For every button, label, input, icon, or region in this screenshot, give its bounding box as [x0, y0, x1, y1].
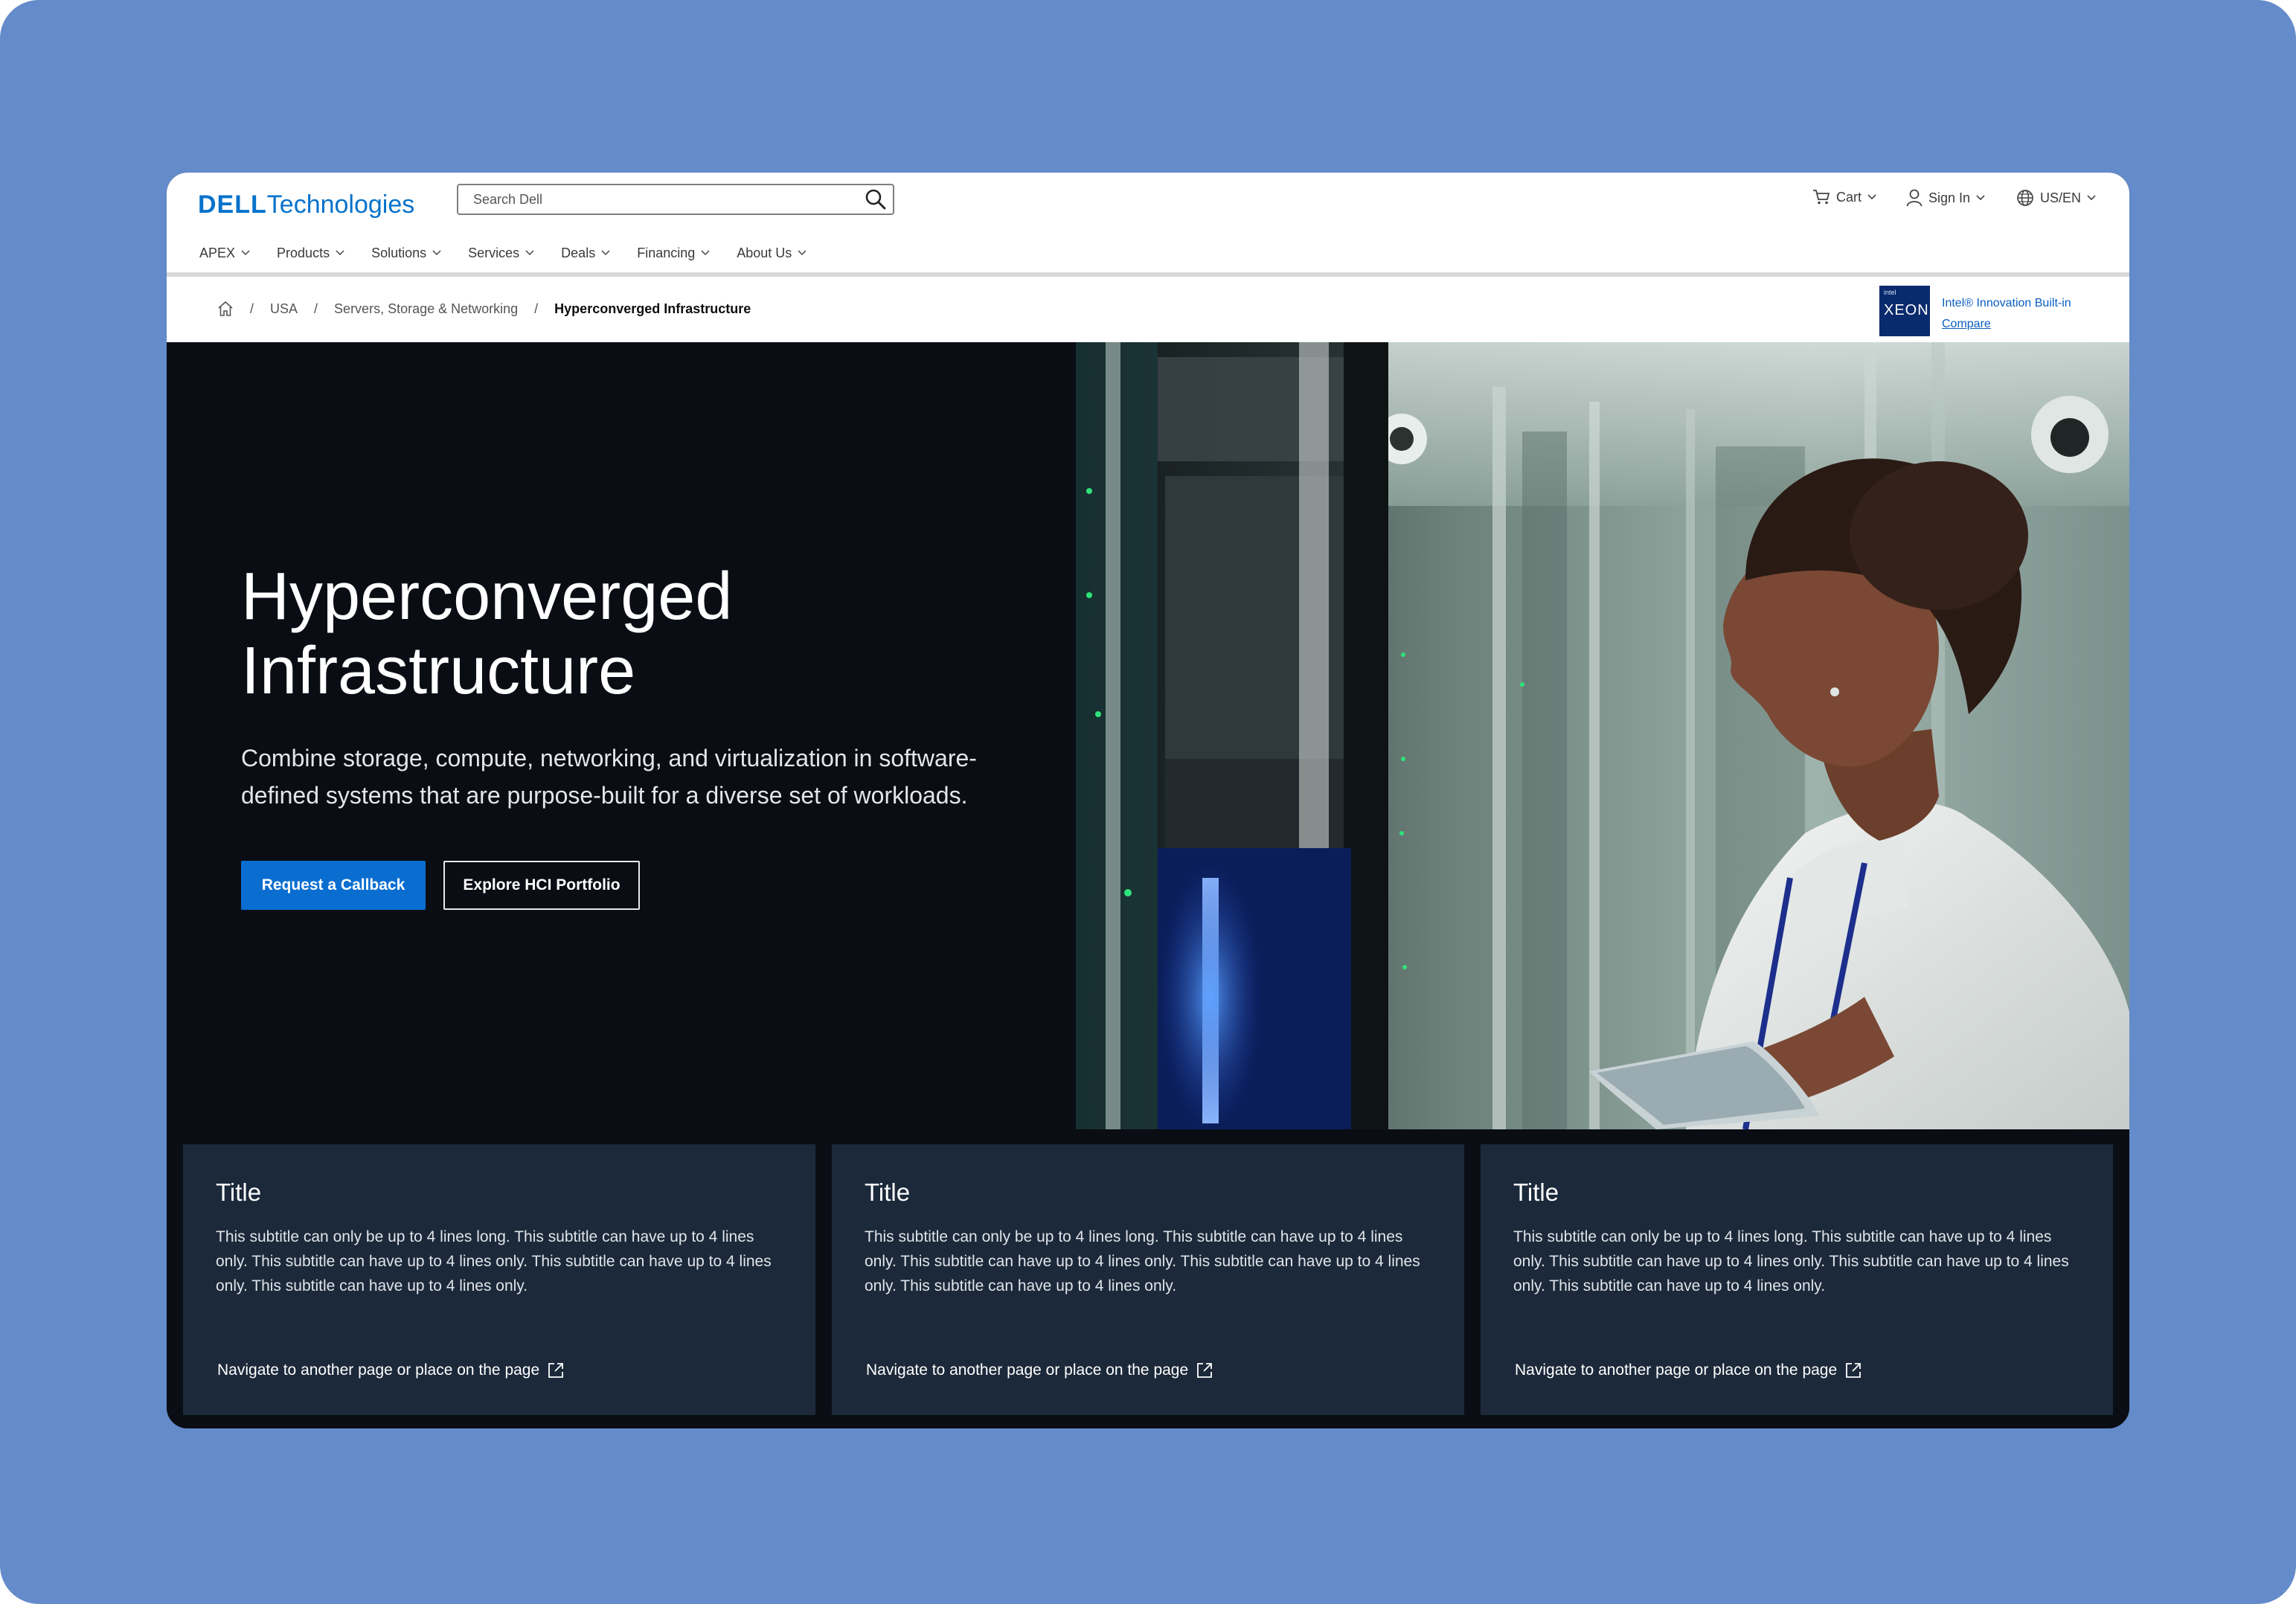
- external-link-icon: [1846, 1363, 1862, 1378]
- intel-xeon-badge: intel XEON: [1879, 286, 1930, 336]
- feature-card: Title This subtitle can only be up to 4 …: [1481, 1144, 2113, 1415]
- hero-subtitle: Combine storage, compute, networking, an…: [241, 740, 1030, 814]
- hero-title-line2: Infrastructure: [241, 634, 636, 708]
- external-link-icon: [548, 1363, 564, 1378]
- chevron-down-icon: [241, 250, 250, 256]
- feature-card: Title This subtitle can only be up to 4 …: [832, 1144, 1464, 1415]
- logo-brand: DELL: [198, 190, 267, 219]
- chevron-down-icon: [1976, 195, 1985, 201]
- hero-subtitle-line2: defined systems that are purpose-built f…: [241, 782, 968, 809]
- home-icon[interactable]: [217, 301, 234, 317]
- page-backdrop: DELLTechnologies Cart: [0, 0, 2296, 1604]
- nav-item-solutions[interactable]: Solutions: [371, 246, 441, 261]
- chevron-down-icon: [1867, 194, 1876, 200]
- datacenter-photo: [1076, 342, 2129, 1129]
- nav-item-label: Products: [277, 245, 330, 260]
- hero-title: Hyperconverged Infrastructure: [241, 559, 985, 708]
- card-subtitle: This subtitle can only be up to 4 lines …: [865, 1228, 1420, 1295]
- card-title: Title: [1513, 1178, 1559, 1206]
- nav-item-financing[interactable]: Financing: [637, 246, 710, 261]
- card-link-label: Navigate to another page or place on the…: [217, 1361, 540, 1379]
- breadcrumb-separator: /: [314, 301, 318, 316]
- nav-item-label: Services: [468, 245, 520, 260]
- card-link[interactable]: Navigate to another page or place on the…: [1515, 1361, 1862, 1379]
- card-title: Title: [865, 1178, 911, 1206]
- user-icon: [1906, 189, 1923, 207]
- feature-card: Title This subtitle can only be up to 4 …: [183, 1144, 815, 1415]
- intel-compare-link[interactable]: Compare: [1942, 314, 2071, 335]
- intel-promo: Intel® Innovation Built-in Compare: [1942, 293, 2071, 335]
- locale-selector[interactable]: US/EN: [2016, 189, 2096, 207]
- chevron-down-icon: [432, 250, 441, 256]
- hero-subtitle-line1: Combine storage, compute, networking, an…: [241, 745, 977, 771]
- search-box: [457, 184, 894, 215]
- chevron-down-icon: [798, 250, 807, 256]
- card-subtitle: This subtitle can only be up to 4 lines …: [216, 1228, 772, 1295]
- intel-badge-brand: intel: [1884, 289, 1896, 296]
- breadcrumb-item-usa[interactable]: USA: [270, 301, 298, 317]
- breadcrumb-current: Hyperconverged Infrastructure: [554, 301, 751, 316]
- external-link-icon: [1197, 1363, 1213, 1378]
- chevron-down-icon: [701, 250, 710, 256]
- locale-label: US/EN: [2040, 190, 2082, 205]
- breadcrumb: / USA / Servers, Storage & Networking / …: [217, 301, 751, 317]
- hero-text-panel: [167, 342, 1076, 1129]
- cart-label: Cart: [1836, 189, 1862, 205]
- nav-item-label: Deals: [561, 245, 596, 260]
- nav-item-products[interactable]: Products: [277, 246, 344, 261]
- main-nav: APEX Products Solutions Services Deals F…: [199, 242, 833, 264]
- logo-suffix: Technologies: [266, 190, 415, 219]
- intel-promo-title: Intel® Innovation Built-in: [1942, 297, 2071, 309]
- cart-icon: [1813, 190, 1830, 205]
- chevron-down-icon: [2087, 195, 2096, 201]
- chevron-down-icon: [601, 250, 610, 256]
- chevron-down-icon: [336, 250, 344, 256]
- nav-item-deals[interactable]: Deals: [561, 246, 610, 261]
- card-title: Title: [216, 1178, 262, 1206]
- search-icon[interactable]: [865, 188, 887, 211]
- nav-item-label: Financing: [637, 245, 696, 260]
- breadcrumb-item-servers[interactable]: Servers, Storage & Networking: [334, 301, 518, 317]
- site-header: DELLTechnologies Cart: [167, 173, 2129, 274]
- hero-title-line1: Hyperconverged: [241, 559, 733, 634]
- breadcrumb-separator: /: [250, 301, 254, 316]
- feature-cards: Title This subtitle can only be up to 4 …: [167, 1129, 2129, 1428]
- card-link[interactable]: Navigate to another page or place on the…: [217, 1361, 565, 1379]
- card-link-label: Navigate to another page or place on the…: [1515, 1361, 1838, 1379]
- nav-item-label: About Us: [737, 245, 792, 260]
- nav-item-label: Solutions: [371, 245, 427, 260]
- card-link-label: Navigate to another page or place on the…: [866, 1361, 1189, 1379]
- nav-item-about-us[interactable]: About Us: [737, 246, 807, 261]
- breadcrumb-bar: / USA / Servers, Storage & Networking / …: [167, 277, 2129, 342]
- intel-badge-product: XEON: [1884, 302, 1929, 318]
- card-link[interactable]: Navigate to another page or place on the…: [866, 1361, 1213, 1379]
- chevron-down-icon: [525, 250, 534, 256]
- hero-image: [1076, 342, 2129, 1129]
- browser-frame: DELLTechnologies Cart: [167, 173, 2129, 1428]
- nav-item-apex[interactable]: APEX: [199, 246, 250, 261]
- sign-in-button[interactable]: Sign In: [1906, 189, 1985, 207]
- request-callback-button[interactable]: Request a Callback: [241, 861, 426, 910]
- dell-logo[interactable]: DELL Technologies: [198, 186, 414, 223]
- nav-item-label: APEX: [199, 245, 236, 260]
- search-input[interactable]: [458, 185, 860, 214]
- card-subtitle: This subtitle can only be up to 4 lines …: [1513, 1228, 2069, 1295]
- nav-item-services[interactable]: Services: [468, 246, 534, 261]
- globe-icon: [2017, 190, 2033, 206]
- breadcrumb-separator: /: [534, 301, 539, 316]
- cart-button[interactable]: Cart: [1812, 189, 1876, 205]
- sign-in-label: Sign In: [1928, 190, 1971, 205]
- explore-hci-portfolio-button[interactable]: Explore HCI Portfolio: [443, 861, 640, 910]
